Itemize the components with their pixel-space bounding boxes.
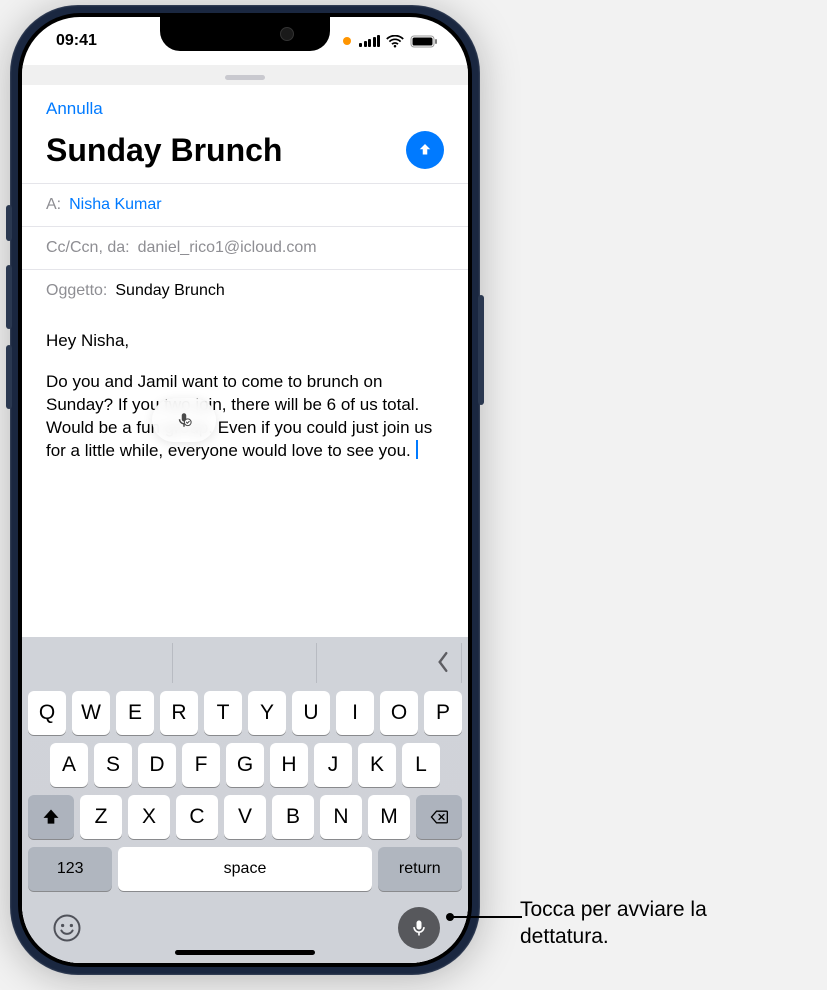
key-a[interactable]: A [50, 743, 88, 787]
device-notch [160, 17, 330, 51]
key-l[interactable]: L [402, 743, 440, 787]
key-s[interactable]: S [94, 743, 132, 787]
iphone-device-frame: 09:41 Annulla [10, 5, 480, 975]
key-r[interactable]: R [160, 691, 198, 735]
subject-field[interactable]: Oggetto: Sunday Brunch [22, 269, 468, 312]
numbers-key[interactable]: 123 [28, 847, 112, 891]
key-c[interactable]: C [176, 795, 218, 839]
key-f[interactable]: F [182, 743, 220, 787]
key-x[interactable]: X [128, 795, 170, 839]
key-e[interactable]: E [116, 691, 154, 735]
from-address: daniel_rico1@icloud.com [138, 239, 317, 257]
key-q[interactable]: Q [28, 691, 66, 735]
key-z[interactable]: Z [80, 795, 122, 839]
microphone-in-use-indicator [343, 37, 351, 45]
key-o[interactable]: O [380, 691, 418, 735]
key-w[interactable]: W [72, 691, 110, 735]
dictate-button[interactable] [398, 907, 440, 949]
cancel-button[interactable]: Annulla [46, 99, 103, 119]
key-y[interactable]: Y [248, 691, 286, 735]
wifi-icon [386, 35, 404, 48]
key-g[interactable]: G [226, 743, 264, 787]
shift-key[interactable] [28, 795, 74, 839]
text-cursor [416, 440, 418, 459]
to-field[interactable]: A: Nisha Kumar [22, 183, 468, 226]
cc-label: Cc/Ccn, da: [46, 239, 130, 257]
key-v[interactable]: V [224, 795, 266, 839]
subject-value: Sunday Brunch [115, 282, 224, 300]
key-b[interactable]: B [272, 795, 314, 839]
volume-down-button [6, 345, 12, 409]
compose-title: Sunday Brunch [46, 132, 282, 169]
callout-leader-line [450, 916, 522, 918]
status-time: 09:41 [56, 32, 97, 50]
cellular-signal-icon [359, 35, 380, 47]
key-u[interactable]: U [292, 691, 330, 735]
key-k[interactable]: K [358, 743, 396, 787]
keyboard[interactable]: QWERTYUIOP ASDFGHJKL ZXCVBNM 123 space [22, 637, 468, 963]
volume-up-button [6, 265, 12, 329]
send-button[interactable] [406, 131, 444, 169]
predictive-bar[interactable] [28, 643, 462, 683]
body-greeting: Hey Nisha, [46, 330, 444, 353]
body-paragraph: Do you and Jamil want to come to brunch … [46, 372, 432, 460]
emoji-keyboard-button[interactable] [50, 911, 84, 945]
key-h[interactable]: H [270, 743, 308, 787]
key-i[interactable]: I [336, 691, 374, 735]
cc-bcc-from-field[interactable]: Cc/Ccn, da: daniel_rico1@icloud.com [22, 226, 468, 269]
home-indicator[interactable] [175, 950, 315, 955]
message-body[interactable]: Hey Nisha, Do you and Jamil want to come… [22, 312, 468, 637]
to-recipient[interactable]: Nisha Kumar [69, 196, 161, 214]
callout-text: Tocca per avviare la dettatura. [520, 896, 707, 951]
battery-icon [410, 35, 438, 48]
subject-label: Oggetto: [46, 282, 107, 300]
to-label: A: [46, 196, 61, 214]
dictation-floating-indicator[interactable] [152, 398, 216, 442]
mute-switch [6, 205, 12, 241]
key-n[interactable]: N [320, 795, 362, 839]
delete-key[interactable] [416, 795, 462, 839]
return-key[interactable]: return [378, 847, 462, 891]
key-m[interactable]: M [368, 795, 410, 839]
sheet-grabber[interactable] [22, 65, 468, 85]
key-j[interactable]: J [314, 743, 352, 787]
chevron-left-icon[interactable] [434, 651, 452, 678]
power-button [478, 295, 484, 405]
key-t[interactable]: T [204, 691, 242, 735]
key-p[interactable]: P [424, 691, 462, 735]
key-d[interactable]: D [138, 743, 176, 787]
space-key[interactable]: space [118, 847, 371, 891]
